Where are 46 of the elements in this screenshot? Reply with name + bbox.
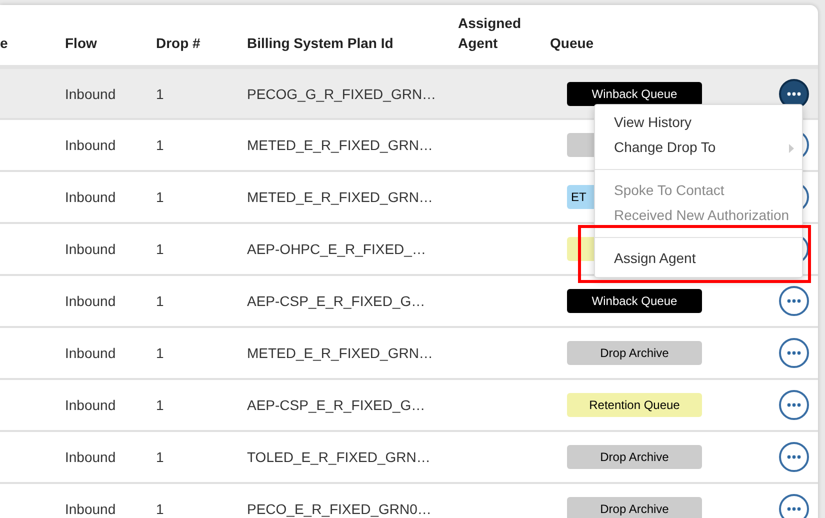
queue-tag: Drop Archive — [567, 341, 702, 365]
table-cell: METED_E_R_FIXED_GRN… — [247, 137, 433, 153]
table-cell: Inbound — [65, 449, 116, 465]
table-cell: Inbound — [65, 397, 116, 413]
column-header: e — [0, 34, 8, 53]
column-header: Flow — [65, 34, 97, 53]
table-cell: 1 — [156, 345, 164, 361]
table-cell: 1 — [156, 137, 164, 153]
column-header: Drop # — [156, 34, 200, 53]
table-cell: Inbound — [65, 293, 116, 309]
table-cell: 1 — [156, 449, 164, 465]
table-cell: METED_E_R_FIXED_GRN… — [247, 189, 433, 205]
table-row[interactable]: Inbound 1 PECO_E_R_FIXED_GRN0… Drop Archive — [0, 483, 818, 518]
table-cell: 1 — [156, 241, 164, 257]
queue-tag: Drop Archive — [567, 445, 702, 469]
column-header: Assigned Agent — [458, 14, 522, 53]
table-cell: Inbound — [65, 86, 116, 102]
table-cell: 1 — [156, 501, 164, 517]
table-cell: Inbound — [65, 345, 116, 361]
table-cell: Inbound — [65, 501, 116, 517]
queue-tag: Winback Queue — [567, 289, 702, 313]
table-cell: AEP-OHPC_E_R_FIXED_… — [247, 241, 426, 257]
menu-item[interactable]: Assign Agent — [614, 250, 696, 266]
table-cell: Inbound — [65, 189, 116, 205]
table-row[interactable]: Inbound 1 METED_E_R_FIXED_GRN… Drop Archive — [0, 327, 818, 379]
queue-tag: Winback Queue — [567, 82, 702, 106]
table-cell: TOLED_E_R_FIXED_GRN… — [247, 449, 430, 465]
column-header: Queue — [550, 34, 594, 53]
table-cell: 1 — [156, 293, 164, 309]
table-cell: Inbound — [65, 137, 116, 153]
table-cell: Inbound — [65, 241, 116, 257]
table-cell: PECO_E_R_FIXED_GRN0… — [247, 501, 432, 517]
table-row[interactable]: Inbound 1 AEP-CSP_E_R_FIXED_G… Winback Queue — [0, 275, 818, 327]
table-cell: 1 — [156, 86, 164, 102]
table-cell: AEP-CSP_E_R_FIXED_G… — [247, 293, 426, 309]
table-cell: 1 — [156, 189, 164, 205]
queue-tag: Retention Queue — [567, 393, 702, 417]
menu-item[interactable]: Change Drop To — [614, 139, 716, 155]
queue-tag: Drop Archive — [567, 497, 702, 518]
table-cell: AEP-CSP_E_R_FIXED_G… — [247, 397, 426, 413]
column-header: Billing System Plan Id — [247, 34, 394, 53]
table-cell: METED_E_R_FIXED_GRN… — [247, 345, 433, 361]
table-cell: PECOG_G_R_FIXED_GRN… — [247, 86, 436, 102]
table-row[interactable]: Inbound 1 AEP-CSP_E_R_FIXED_G… Retention Queue — [0, 379, 818, 431]
table-cell: 1 — [156, 397, 164, 413]
table-row[interactable]: Inbound 1 TOLED_E_R_FIXED_GRN… Drop Archive — [0, 431, 818, 483]
